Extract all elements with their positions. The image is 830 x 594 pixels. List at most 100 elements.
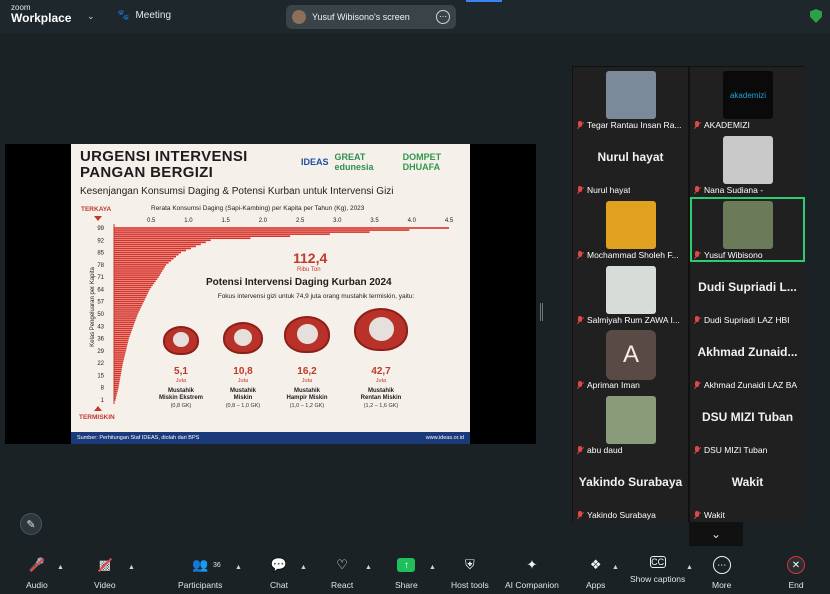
gallery-scroll-down-button[interactable]: ⌄ <box>689 522 743 546</box>
slide-paragraph: Fokus intervensi gizi untuk 74,9 juta or… <box>217 293 415 300</box>
muted-mic-icon <box>576 250 584 260</box>
captions-caret-icon[interactable]: ▲ <box>686 564 693 571</box>
chart-bar <box>114 280 156 283</box>
x-tick-label: 2.5 <box>296 218 305 224</box>
apps-caret-icon[interactable]: ▲ <box>612 564 619 571</box>
end-button[interactable]: ✕ End <box>787 556 805 590</box>
group-value: 42,7 <box>371 366 391 377</box>
react-button[interactable]: ♡ React <box>331 556 353 590</box>
chart-bar <box>114 243 201 246</box>
share-button[interactable]: ↑ Share <box>395 556 418 590</box>
participant-tile[interactable]: Yakindo Surabaya Yakindo Surabaya <box>573 457 688 522</box>
chart-bar <box>114 266 165 268</box>
screen-share-pill[interactable]: Yusuf Wibisono's screen ⋯ <box>286 5 456 29</box>
participant-name: Salmiyah Rum ZAWA I... <box>587 315 680 325</box>
video-button[interactable]: ▩ Video <box>94 556 116 590</box>
resize-handle[interactable] <box>540 303 543 321</box>
participant-tile[interactable]: Salmiyah Rum ZAWA I... <box>573 262 688 327</box>
host-tools-button[interactable]: ⛨ Host tools <box>451 556 489 590</box>
participant-name: Nana Sudiana - <box>704 185 764 195</box>
y-tick-label: 71 <box>97 275 104 281</box>
muted-mic-icon <box>693 185 701 195</box>
participants-caret-icon[interactable]: ▲ <box>235 564 242 571</box>
chart-bar <box>114 329 132 332</box>
participant-tile[interactable]: Tegar Rantau Insan Ra... <box>573 67 688 132</box>
video-label: Video <box>94 580 116 590</box>
participant-tile[interactable]: Nurul hayat Nurul hayat <box>573 132 688 197</box>
participant-tile[interactable]: Akhmad Zunaid... Akhmad Zunaidi LAZ BA <box>690 327 805 392</box>
x-tick-label: 2.0 <box>259 218 268 224</box>
participant-display-name: Akhmad Zunaid... <box>697 345 798 359</box>
x-tick-label: 4.0 <box>408 218 417 224</box>
more-button[interactable]: ⋯ More <box>712 556 731 590</box>
captions-button[interactable]: CC Show captions <box>630 556 685 584</box>
chart-bar <box>114 372 122 375</box>
chart-bar <box>114 309 140 311</box>
big-value: 112,4 <box>293 250 328 266</box>
participants-label: Participants <box>178 580 223 590</box>
participant-video <box>723 201 773 249</box>
zoom-logo[interactable]: zoom Workplace <box>11 4 71 25</box>
audio-button[interactable]: 🎤 Audio <box>26 556 48 590</box>
big-unit: Ribu Ton <box>297 267 321 273</box>
chart-bar <box>114 247 191 250</box>
participant-name: Tegar Rantau Insan Ra... <box>587 120 682 130</box>
group-unit: Juta <box>301 378 313 384</box>
video-options-caret-icon[interactable]: ▲ <box>128 564 135 571</box>
y-tick-label: 85 <box>97 251 104 257</box>
muted-mic-icon <box>693 250 701 260</box>
y-tick-label: 64 <box>97 287 104 293</box>
annotate-pencil-icon[interactable]: ✎ <box>20 513 42 535</box>
chevron-down-icon[interactable]: ⌄ <box>87 11 95 22</box>
chart-bar <box>114 343 128 346</box>
participant-tile[interactable]: Wakit Wakit <box>690 457 805 522</box>
end-label: End <box>788 580 804 590</box>
chart-bar <box>114 364 123 366</box>
participant-display-name: Yakindo Surabaya <box>578 475 683 489</box>
chart-bar <box>114 268 164 270</box>
chart-bar <box>114 341 128 344</box>
participant-tile[interactable]: Dudi Supriadi L... Dudi Supriadi LAZ HBI <box>690 262 805 327</box>
chart-bar <box>114 384 119 387</box>
meeting-menu[interactable]: 🐾 Meeting <box>117 10 171 21</box>
apps-button[interactable]: ❖ Apps <box>586 556 605 590</box>
group-label-line1: Mustahik <box>167 388 194 394</box>
chat-button[interactable]: 💬 Chat <box>270 556 288 590</box>
group-label-line2: Miskin Ekstrem <box>158 395 204 401</box>
participant-name-tag: abu daud <box>576 445 622 455</box>
chart-bar <box>114 276 159 278</box>
shared-screen: URGENSI INTERVENSI PANGAN BERGIZI IDEAS … <box>5 144 536 444</box>
participant-tile[interactable]: akademizi AKADEMIZI <box>690 67 805 132</box>
participants-count: 36 <box>213 562 221 569</box>
participant-name-tag: Nurul hayat <box>576 185 630 195</box>
participant-tile[interactable]: Yusuf Wibisono <box>690 197 805 262</box>
participant-tile[interactable]: abu daud <box>573 392 688 457</box>
chat-caret-icon[interactable]: ▲ <box>300 564 307 571</box>
captions-icon: CC <box>649 556 666 568</box>
chart-bar <box>114 333 131 336</box>
participant-tile[interactable]: DSU MIZI Tuban DSU MIZI Tuban <box>690 392 805 457</box>
chart-bar <box>114 348 127 350</box>
ai-companion-label: AI Companion <box>505 580 559 590</box>
participant-tile[interactable]: Nana Sudiana - <box>690 132 805 197</box>
chart-bar <box>114 298 145 301</box>
audio-options-caret-icon[interactable]: ▲ <box>57 564 64 571</box>
group-value: 10,8 <box>233 366 253 377</box>
ai-companion-button[interactable]: ✦ AI Companion <box>505 556 559 590</box>
heart-icon: ♡ <box>336 557 348 572</box>
participant-display-name: DSU MIZI Tuban <box>701 410 794 424</box>
group-label-line1: Mustahik <box>293 388 320 394</box>
share-caret-icon[interactable]: ▲ <box>429 564 436 571</box>
chart-bar <box>114 350 126 352</box>
more-options-icon[interactable]: ⋯ <box>436 10 450 24</box>
participant-tile[interactable]: Mochammad Sholeh F... <box>573 197 688 262</box>
group-unit: Juta <box>375 378 387 384</box>
participant-tile[interactable]: A Apriman Iman <box>573 327 688 392</box>
react-caret-icon[interactable]: ▲ <box>365 564 372 571</box>
security-shield-icon[interactable] <box>810 9 822 23</box>
chart-bar <box>114 233 330 235</box>
paw-icon: 🐾 <box>117 10 130 21</box>
footer-source: Sumber: Perhitungan Staf IDEAS, diolah d… <box>77 435 200 441</box>
chart-bar <box>114 354 125 356</box>
meeting-label: Meeting <box>135 10 172 21</box>
